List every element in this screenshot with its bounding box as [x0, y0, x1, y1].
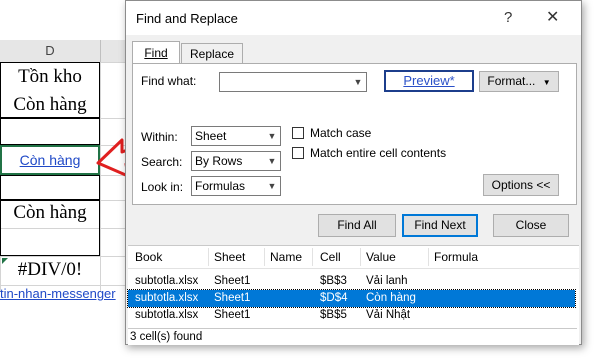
result-sheet: Sheet1 [214, 275, 251, 287]
result-cell: $B$3 [320, 275, 347, 287]
match-entire-label: Match entire cell contents [310, 146, 447, 160]
tab-replace[interactable]: Replace [181, 43, 243, 63]
result-sheet: Sheet1 [214, 309, 251, 321]
lookin-label: Look in: [141, 180, 184, 194]
help-button[interactable]: ? [504, 9, 512, 26]
dialog-title: Find and Replace [136, 11, 238, 26]
preview-box[interactable]: Preview* [384, 70, 474, 92]
match-case-label: Match case [310, 126, 372, 140]
result-row[interactable]: subtotla.xlsx Sheet1 $B$5 Vải Nhật [128, 307, 575, 324]
result-row-selected[interactable]: subtotla.xlsx Sheet1 $D$4 Còn hàng [127, 289, 576, 308]
result-value: Còn hàng [366, 292, 416, 304]
lookin-value: Formulas [195, 179, 246, 193]
find-replace-dialog: Find and Replace ? ✕ Find Replace Find w… [125, 0, 582, 345]
results-status: 3 cell(s) found [128, 328, 577, 346]
search-value: By Rows [195, 154, 243, 168]
col-cell[interactable]: Cell [320, 250, 341, 264]
result-book: subtotla.xlsx [135, 309, 199, 321]
chevron-down-icon[interactable]: ▼ [264, 127, 280, 145]
format-button-label: Format... [487, 74, 536, 88]
chevron-down-icon: ▼ [542, 78, 551, 87]
result-cell: $B$5 [320, 309, 347, 321]
result-sheet: Sheet1 [214, 292, 251, 304]
within-select[interactable]: Sheet ▼ [191, 126, 281, 146]
tab-find[interactable]: Find [132, 41, 180, 65]
result-book: subtotla.xlsx [135, 275, 199, 287]
format-button[interactable]: Format... ▼ [479, 71, 559, 92]
col-separator [264, 248, 265, 266]
options-button[interactable]: Options << [483, 174, 559, 196]
find-what-label: Find what: [141, 74, 197, 88]
search-select[interactable]: By Rows ▼ [191, 151, 281, 171]
lookin-select[interactable]: Formulas ▼ [191, 176, 281, 196]
close-icon[interactable]: ✕ [546, 7, 559, 27]
within-value: Sheet [195, 129, 227, 143]
results-header: Book Sheet Name Cell Value Formula [128, 246, 579, 269]
dialog-titlebar[interactable]: Find and Replace ? ✕ [126, 1, 581, 35]
find-all-button[interactable]: Find All [318, 214, 396, 237]
col-separator [360, 248, 361, 266]
chevron-down-icon[interactable]: ▼ [264, 177, 280, 195]
result-value: Vải Nhật [366, 309, 411, 321]
close-button[interactable]: Close [493, 214, 569, 237]
chevron-down-icon[interactable]: ▼ [264, 152, 280, 170]
match-entire-checkbox[interactable] [292, 147, 304, 159]
col-separator [428, 248, 429, 266]
result-book: subtotla.xlsx [135, 292, 199, 304]
search-label: Search: [141, 155, 183, 169]
result-cell: $D$4 [320, 292, 348, 304]
tab-find-label: Find [144, 46, 168, 60]
results-list[interactable]: Book Sheet Name Cell Value Formula subto… [127, 245, 579, 346]
find-what-input[interactable]: ▼ [219, 72, 367, 92]
chevron-down-icon[interactable]: ▼ [350, 73, 366, 91]
find-next-button[interactable]: Find Next [402, 214, 478, 237]
col-separator [208, 248, 209, 266]
col-book[interactable]: Book [135, 250, 162, 264]
col-sheet[interactable]: Sheet [214, 250, 245, 264]
col-separator [312, 248, 313, 266]
within-label: Within: [141, 130, 178, 144]
result-value: Vải lanh [366, 275, 408, 287]
result-row[interactable]: subtotla.xlsx Sheet1 $B$3 Vải lanh [128, 273, 575, 290]
col-name[interactable]: Name [270, 250, 302, 264]
col-formula[interactable]: Formula [434, 250, 478, 264]
match-case-checkbox[interactable] [292, 127, 304, 139]
col-value[interactable]: Value [366, 250, 396, 264]
find-panel: Find what: ▼ Preview* Format... ▼ Within… [132, 63, 577, 205]
